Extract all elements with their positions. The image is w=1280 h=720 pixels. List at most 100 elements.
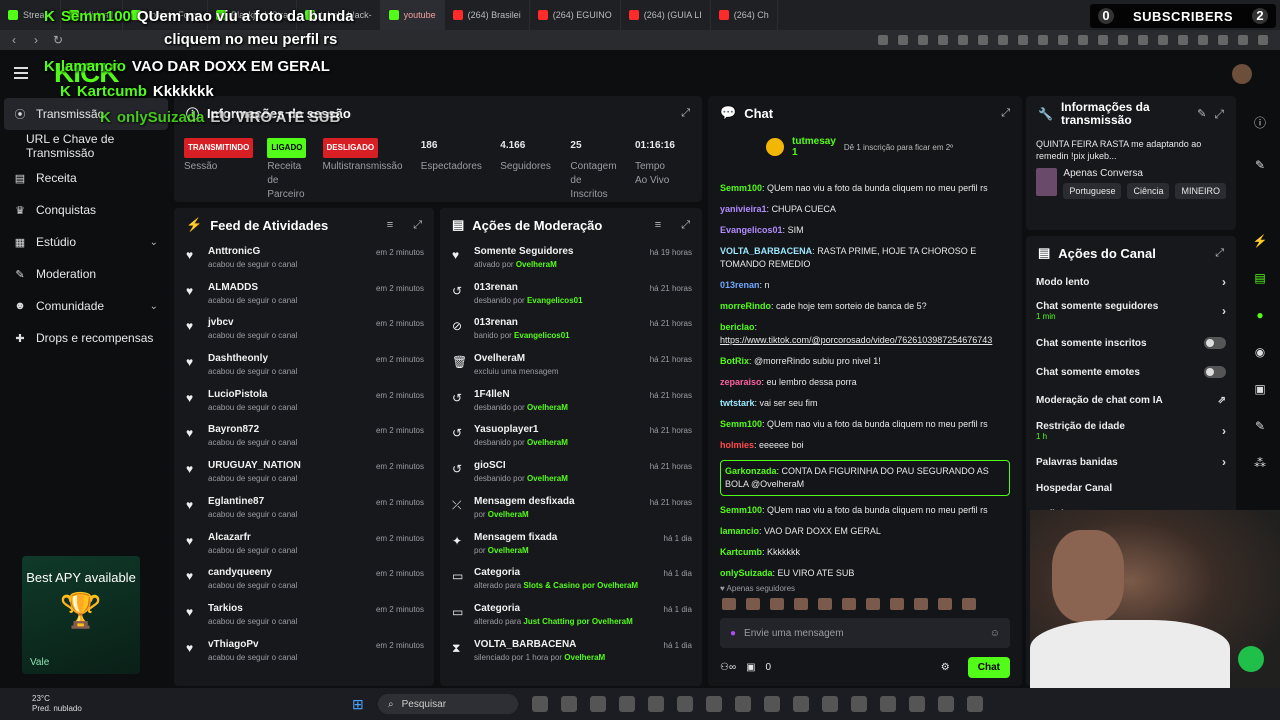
extension-icon[interactable] bbox=[938, 35, 948, 45]
extension-icon[interactable] bbox=[878, 35, 888, 45]
chat-input[interactable]: ● Envie uma mensagem ☺ bbox=[720, 618, 1010, 648]
toggle-switch[interactable] bbox=[1204, 366, 1226, 378]
app-icon[interactable] bbox=[938, 696, 954, 712]
wrench-icon[interactable]: ✎ bbox=[1250, 416, 1270, 436]
app-icon[interactable] bbox=[793, 696, 809, 712]
chat-username[interactable]: lamancio bbox=[720, 526, 759, 536]
sponsor-ad[interactable]: Best APY available 🏆 Vale bbox=[22, 556, 140, 674]
extension-icon[interactable] bbox=[1198, 35, 1208, 45]
sidebar-item-conquistas[interactable]: ♛ Conquistas bbox=[0, 194, 172, 226]
tag[interactable]: Portuguese bbox=[1063, 183, 1122, 199]
filter-icon[interactable]: ≡ bbox=[655, 219, 661, 231]
extension-icon[interactable] bbox=[1138, 35, 1148, 45]
feed-user[interactable]: jvbcv bbox=[208, 317, 366, 328]
bolt-icon[interactable]: ⚡ bbox=[1250, 231, 1270, 251]
chat-username[interactable]: Garkonzada bbox=[725, 466, 777, 476]
moderation-by[interactable]: OvelheraM bbox=[527, 474, 568, 483]
channel-action-row[interactable]: Modo lento › bbox=[1026, 270, 1236, 294]
browser-tab[interactable]: tabela-black- bbox=[297, 0, 381, 30]
app-icon[interactable] bbox=[909, 696, 925, 712]
taskbar-search[interactable]: ⌕ Pesquisar bbox=[378, 694, 518, 714]
app-icon[interactable] bbox=[851, 696, 867, 712]
browser-tab[interactable]: (264) (GUIA LI bbox=[621, 0, 711, 30]
sidebar-item-transmissao[interactable]: ⦿ Transmissão bbox=[4, 98, 168, 130]
emoji-icon[interactable]: ☺ bbox=[990, 628, 1000, 639]
edit-icon[interactable]: ✎ bbox=[1197, 108, 1206, 121]
channel-action-row[interactable]: Chat somente seguidores 1 min › bbox=[1026, 294, 1236, 328]
expand-icon[interactable]: ⤢ bbox=[413, 219, 422, 232]
edit-icon[interactable]: ✎ bbox=[1250, 155, 1270, 175]
infinity-icon[interactable]: ⚇∞ bbox=[720, 662, 736, 673]
feed-user[interactable]: Alcazarfr bbox=[208, 532, 366, 543]
feed-user[interactable]: vThiagoPv bbox=[208, 639, 366, 650]
emote-icon[interactable] bbox=[938, 598, 952, 610]
moderation-target[interactable]: 013renan bbox=[474, 317, 640, 328]
moderation-target[interactable]: gioSCI bbox=[474, 460, 640, 471]
emote-icon[interactable] bbox=[794, 598, 808, 610]
moderation-target[interactable]: VOLTA_BARBACENA bbox=[474, 639, 654, 650]
back-icon[interactable]: ‹ bbox=[6, 33, 22, 47]
app-icon[interactable] bbox=[880, 696, 896, 712]
browser-tab[interactable]: Midpad bbox=[61, 0, 123, 30]
extension-icon[interactable] bbox=[1058, 35, 1068, 45]
feed-user[interactable]: Bayron872 bbox=[208, 424, 366, 435]
url-field[interactable]: m bbox=[186, 35, 194, 46]
external-link-icon[interactable]: ⇗ bbox=[1218, 395, 1226, 406]
chevron-right-icon[interactable]: › bbox=[1222, 275, 1226, 289]
browser-tab[interactable]: Stream bbox=[0, 0, 62, 30]
app-icon[interactable] bbox=[648, 696, 664, 712]
browser-tab[interactable]: (264) EGUINO bbox=[530, 0, 621, 30]
channel-action-row[interactable]: Restrição de idade 1 h › bbox=[1026, 414, 1236, 448]
chevron-right-icon[interactable]: › bbox=[1222, 304, 1226, 318]
app-icon[interactable] bbox=[590, 696, 606, 712]
extension-icon[interactable] bbox=[1018, 35, 1028, 45]
emote-icon[interactable] bbox=[914, 598, 928, 610]
chat-bubble-icon[interactable]: ● bbox=[1250, 305, 1270, 325]
emote-icon[interactable] bbox=[962, 598, 976, 610]
app-icon[interactable] bbox=[735, 696, 751, 712]
extension-icon[interactable] bbox=[898, 35, 908, 45]
moderation-by[interactable]: OvelheraM bbox=[564, 653, 605, 662]
sub-leaderboard-banner[interactable]: tutmesay 1 Dê 1 inscrição para ficar em … bbox=[766, 136, 953, 158]
channel-action-row[interactable]: Moderação de chat com IA ⇗ bbox=[1026, 386, 1236, 414]
chat-username[interactable]: onlySuizada bbox=[720, 568, 773, 578]
channel-action-row[interactable]: Chat somente inscritos bbox=[1026, 328, 1236, 358]
expand-icon[interactable]: ⤢ bbox=[1001, 107, 1010, 120]
browser-tab[interactable]: youtube bbox=[380, 0, 445, 30]
moderation-target[interactable]: Mensagem fixada bbox=[474, 532, 654, 543]
chat-link[interactable]: https://www.tiktok.com/@porcorosado/vide… bbox=[720, 335, 992, 345]
emote-icon[interactable] bbox=[722, 598, 736, 610]
moderation-target[interactable]: Mensagem desfixada bbox=[474, 496, 640, 507]
app-icon[interactable] bbox=[619, 696, 635, 712]
app-icon[interactable] bbox=[561, 696, 577, 712]
info-icon[interactable]: ⓘ bbox=[1250, 113, 1270, 133]
app-icon[interactable] bbox=[967, 696, 983, 712]
chat-username[interactable]: Semm100 bbox=[720, 419, 762, 429]
extension-icon[interactable] bbox=[1098, 35, 1108, 45]
tag[interactable]: Ciência bbox=[1127, 183, 1170, 199]
extension-icon[interactable] bbox=[998, 35, 1008, 45]
app-icon[interactable] bbox=[532, 696, 548, 712]
sidebar-item-estudio[interactable]: ▦ Estúdio ⌄ bbox=[0, 226, 172, 258]
menu-icon[interactable] bbox=[14, 67, 28, 79]
sidebar-item-comunidade[interactable]: ☻ Comunidade ⌄ bbox=[0, 290, 172, 322]
kick-logo[interactable]: KICK bbox=[54, 57, 119, 89]
chat-username[interactable]: holmies bbox=[720, 440, 754, 450]
moderation-by[interactable]: Evangelicos01 bbox=[514, 331, 570, 340]
moderation-target[interactable]: OvelheraM bbox=[474, 353, 640, 364]
category-thumbnail[interactable] bbox=[1036, 168, 1058, 196]
forward-icon[interactable]: › bbox=[28, 33, 44, 47]
chat-username[interactable]: bericlao bbox=[720, 322, 755, 332]
channel-icon[interactable]: ▣ bbox=[1250, 379, 1270, 399]
sidebar-item-drops[interactable]: ✚ Drops e recompensas bbox=[0, 322, 172, 354]
moderation-target[interactable]: Categoria bbox=[474, 603, 654, 614]
send-chat-button[interactable]: Chat bbox=[967, 656, 1010, 678]
moderation-by[interactable]: OvelheraM bbox=[516, 260, 557, 269]
chat-username[interactable]: morreRindo bbox=[720, 301, 771, 311]
weather-widget[interactable]: 23°C Pred. nublado bbox=[32, 694, 82, 714]
extension-icon[interactable] bbox=[1258, 35, 1268, 45]
emote-icon[interactable] bbox=[890, 598, 904, 610]
emote-icon[interactable] bbox=[842, 598, 856, 610]
app-icon[interactable] bbox=[706, 696, 722, 712]
chevron-right-icon[interactable]: › bbox=[1222, 424, 1226, 438]
